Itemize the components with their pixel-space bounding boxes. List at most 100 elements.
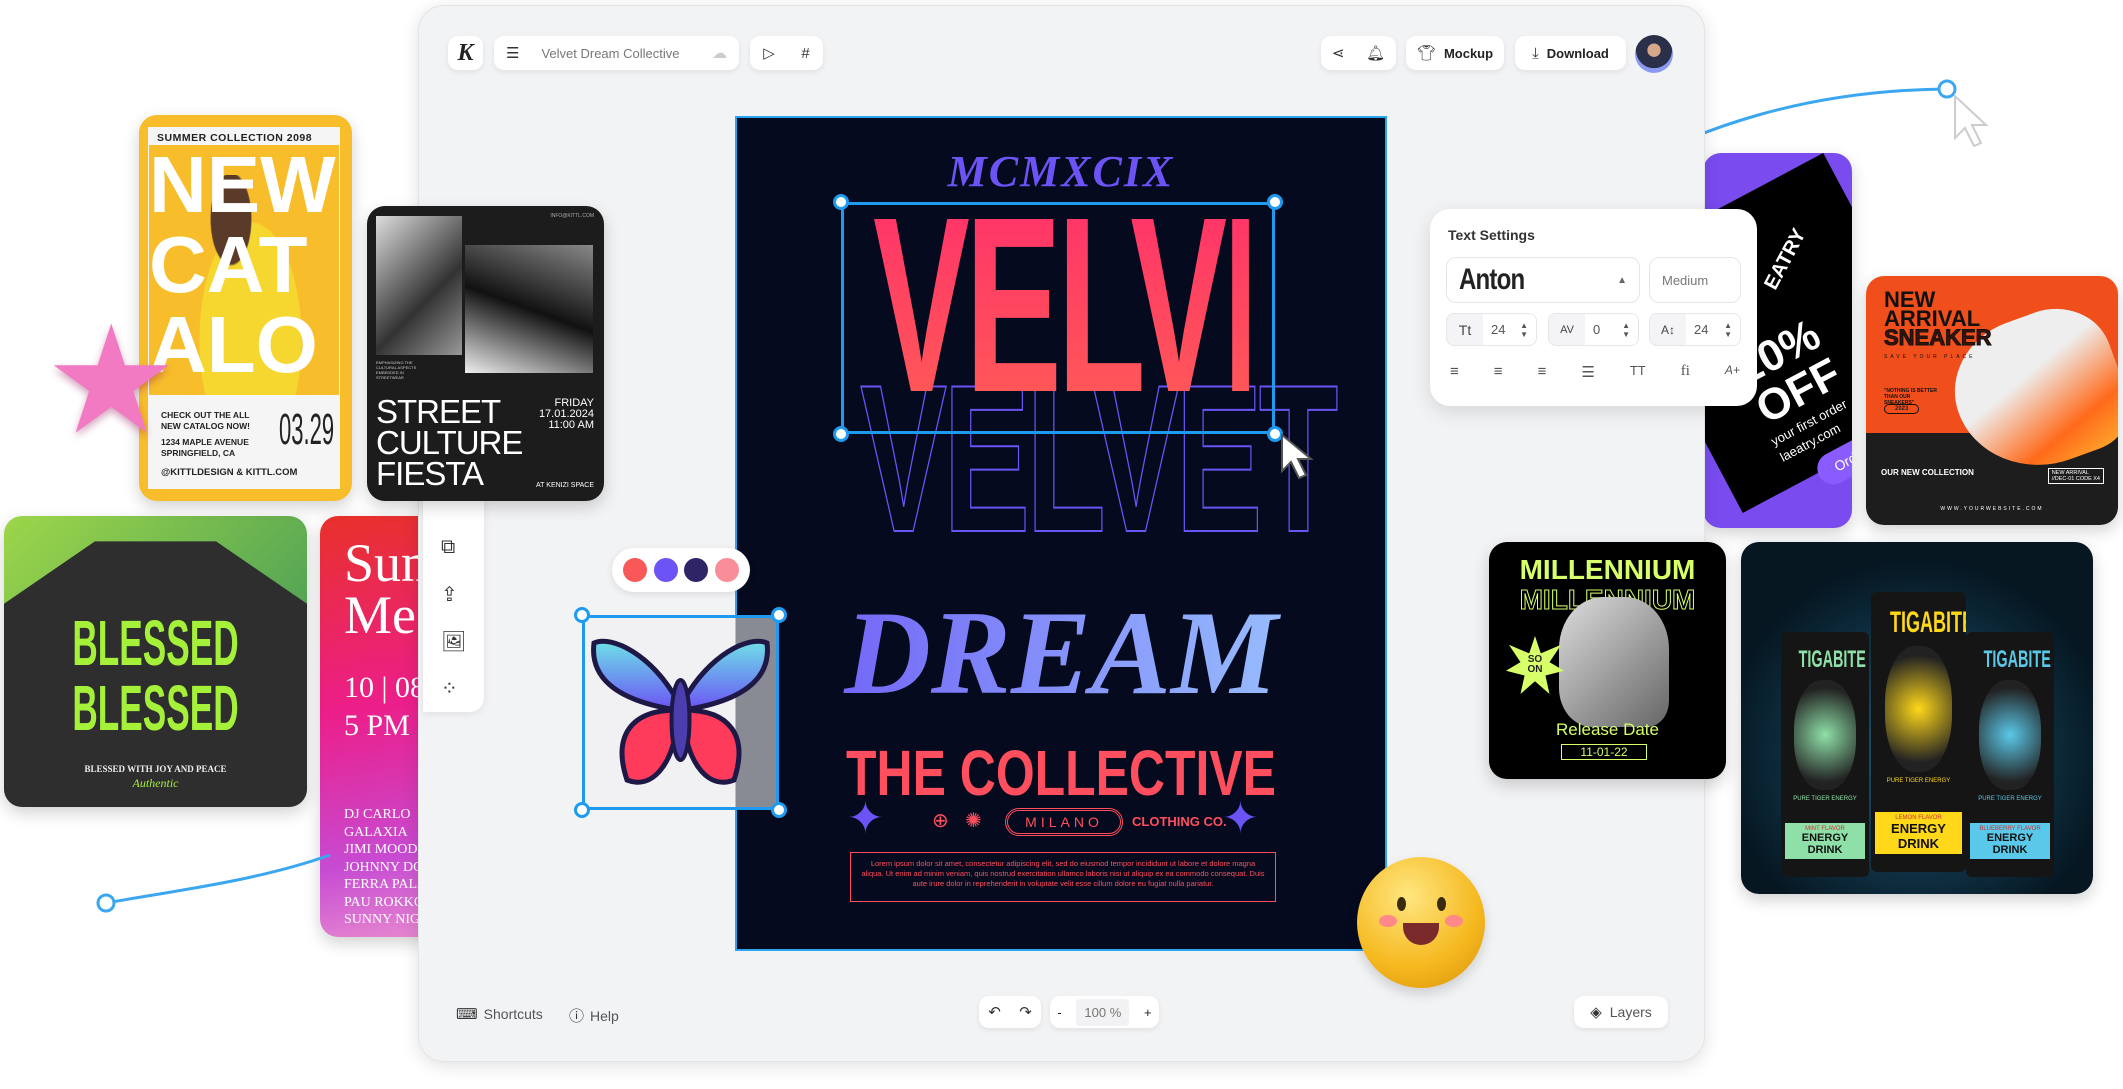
sneaker-site: WWW.YOURWEBSITE.COM [1940,506,2044,512]
help-button[interactable]: ⓘ Help [569,1005,619,1026]
share-notify-group: ⋖ 🔔︎ [1321,36,1396,70]
tshirt-icon: 👕︎ [1416,45,1436,62]
panel-title: Text Settings [1448,227,1535,243]
download-button[interactable]: ⤓ Download [1515,36,1626,70]
sneaker-year: 2023 [1884,404,1920,414]
tiger-art [1885,646,1952,772]
zoom-control: - 100 % + [1050,996,1159,1028]
millennium-title: MILLENNIUM [1519,554,1696,585]
tiger-art [1794,680,1856,791]
align-center-icon[interactable]: ≡ [1494,363,1503,381]
layers-button[interactable]: ◈ Layers [1574,996,1668,1028]
color-swatch[interactable] [623,558,648,582]
catalog-date: 03.29 [279,405,335,454]
halftone-icon[interactable]: ⁘ [441,676,458,701]
shortcuts-button[interactable]: ⌨ Shortcuts [456,1005,543,1023]
resize-handle[interactable] [574,802,590,818]
resize-handle[interactable] [1267,194,1283,210]
redo-icon[interactable]: ↷ [1019,1003,1032,1021]
text-settings-panel: Text Settings Anton ▲ Medium Tt 24 ▲ ▼ AV 0 ▲… [1430,209,1757,406]
ligature-button[interactable]: fi [1681,363,1690,381]
font-family-select[interactable]: Anton ▲ [1446,257,1640,303]
avatar[interactable] [1635,35,1673,73]
bell-icon[interactable]: 🔔︎ [1366,44,1385,62]
color-palette [612,548,750,592]
resize-handle[interactable] [771,607,787,623]
pointer-icon[interactable]: ▷ [763,44,775,62]
can-tag: PURE TIGER ENERGY [1886,778,1951,784]
font-weight-select[interactable]: Medium [1649,257,1741,303]
street-email: INFO@KITTL.COM [550,213,594,219]
share-icon[interactable]: ⋖ [1332,44,1345,62]
sneaker-code: NEW ARRIVAL//DEC-01 CODE X4 [2047,468,2104,484]
color-swatch[interactable] [684,558,709,582]
tshirt-mockup-card[interactable]: BLESSED BLESSED BLESSED WITH JOY AND PEA… [4,516,307,807]
line-height-icon: A↕ [1660,322,1675,337]
energy-drink-card[interactable]: TIGABITE PURE TIGER ENERGY MINT FLAVOR EN… [1741,542,2093,894]
resize-handle[interactable] [574,607,590,623]
street-culture-card[interactable]: INFO@KITTL.COM EMPHASIZING THE CULTURAL … [367,206,604,501]
star-sticker: ★ [44,296,179,464]
align-left-icon[interactable]: ≡ [1450,363,1459,381]
tshirt-word-2: BLESSED [72,672,239,744]
align-justify-icon[interactable]: ☰ [1581,363,1594,381]
street-when: FRIDAY 17.01.2024 11:00 AM [538,397,594,431]
smiley-sticker [1357,857,1485,988]
add-font-button[interactable]: A+ [1725,363,1740,381]
project-title[interactable]: Velvet Dream Collective [541,46,712,61]
can-tag: PURE TIGER ENERGY [1978,796,2042,803]
mockup-button[interactable]: 👕︎ Mockup [1406,36,1504,70]
sneaker-tag: SAVE YOUR PLACE [1884,354,1976,360]
resize-handle[interactable] [833,426,849,442]
tiger-art [1979,680,2041,791]
energy-can: TIGABITE PURE TIGER ENERGY MINT FLAVOR EN… [1781,632,1869,877]
tshirt-brand: Authentic [132,776,179,790]
street-photo-2 [465,245,593,373]
can-label: BLUEBERRY FLAVOR ENERGY DRINK [1970,823,2050,859]
shapes-icon[interactable]: ⧉ [441,536,455,559]
street-title: STREET CULTURE FIESTA [376,393,523,492]
logo-button[interactable]: K [448,36,483,70]
frame-icon[interactable]: # [801,45,809,62]
project-title-bar[interactable]: ☰ Velvet Dream Collective ☁ [494,36,739,70]
catalog-footer: @KITTLDESIGN & KITTL.COM [161,467,298,478]
can-label: LEMON FLAVOR ENERGY DRINK [1875,812,1962,854]
layers-icon: ◈ [1590,1004,1602,1021]
font-size-icon: Tt [1458,321,1472,338]
image-icon[interactable]: 🖼︎ [441,629,466,654]
zoom-level[interactable]: 100 % [1076,998,1130,1026]
line-height-stepper[interactable]: A↕ 24 ▲ ▼ [1649,313,1741,346]
resize-handle[interactable] [771,802,787,818]
street-tag: EMPHASIZING THE CULTURAL ASPECTS EMBEDDE… [376,360,417,380]
align-right-icon[interactable]: ≡ [1538,363,1547,381]
release-label: Release Date [1555,720,1659,739]
chevron-up-icon: ▲ [1617,274,1627,286]
sparkle-icon: ✦ [1222,794,1259,843]
color-swatch[interactable] [714,558,739,582]
can-label: MINT FLAVOR ENERGY DRINK [1785,823,1865,859]
millennium-card[interactable]: MILLENNIUM MILLENNIUM SO ON Release Date… [1489,542,1726,779]
menu-icon[interactable]: ☰ [506,44,519,62]
undo-icon[interactable]: ↶ [988,1003,1001,1021]
help-icon: ⓘ [569,1008,585,1025]
font-size-stepper[interactable]: Tt 24 ▲ ▼ [1446,313,1537,346]
tshirt-tagline: BLESSED WITH JOY AND PEACE [84,764,227,774]
text-selection-box[interactable] [841,202,1275,434]
poster-badge: MILANO [1005,808,1123,836]
letter-spacing-stepper[interactable]: AV 0 ▲ ▼ [1548,313,1639,346]
zoom-in-button[interactable]: + [1144,1005,1152,1020]
uppercase-button[interactable]: TT [1630,363,1646,381]
image-selection-box[interactable] [582,615,779,810]
zoom-out-button[interactable]: - [1057,1005,1061,1020]
cloud-check-icon: ☁ [712,45,727,62]
sneaker-card[interactable]: NEW ARRIVAL SNEAKER SAVE YOUR PLACE "NOTHI… [1866,276,2118,525]
color-swatch[interactable] [653,558,678,582]
resize-handle[interactable] [833,194,849,210]
keyboard-icon: ⌨ [456,1006,478,1023]
street-venue: AT KENIZI SPACE [536,482,594,489]
history-group: ↶ ↷ [979,996,1041,1028]
sneaker-collection: OUR NEW COLLECTION [1881,468,1974,477]
tool-group: ▷ # [750,36,823,70]
upload-icon[interactable]: ⇪ [441,582,458,607]
cursor-icon [1954,93,1989,148]
